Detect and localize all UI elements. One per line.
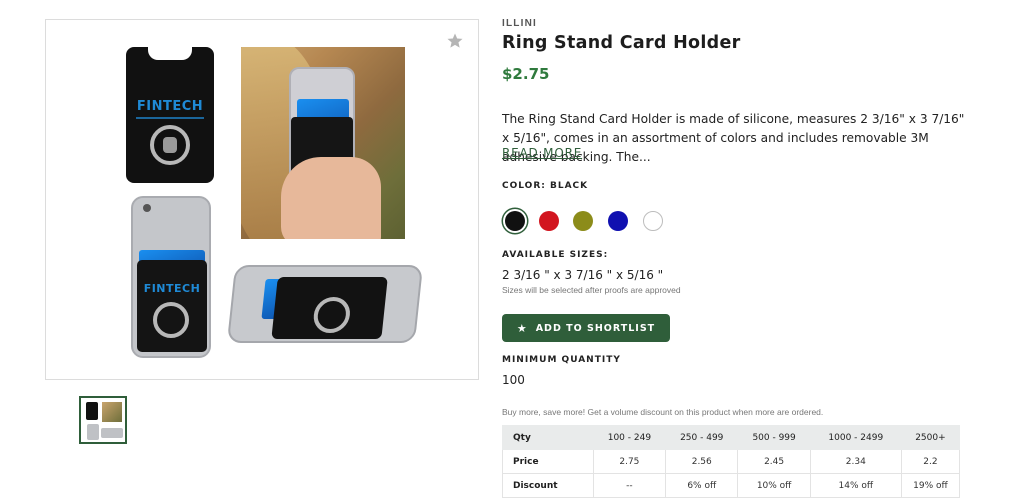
product-thumbnail[interactable] bbox=[79, 396, 127, 444]
selected-color: BLACK bbox=[550, 181, 589, 191]
discount-cell: 14% off bbox=[809, 473, 902, 498]
available-sizes-label: AVAILABLE SIZES: bbox=[502, 250, 609, 260]
discount-cell: 6% off bbox=[665, 473, 739, 498]
product-price: $2.75 bbox=[502, 65, 550, 83]
price-cell: 2.2 bbox=[900, 449, 961, 474]
row-label: Discount bbox=[502, 473, 594, 498]
main-product-image[interactable]: FINTECH FINTECH bbox=[45, 19, 479, 380]
price-cell: 2.45 bbox=[737, 449, 811, 474]
header-tier: 1000 - 2499 bbox=[809, 425, 902, 450]
pricing-table: Qty 100 - 249 250 - 499 500 - 999 1000 -… bbox=[502, 425, 961, 498]
minimum-quantity-label: MINIMUM QUANTITY bbox=[502, 355, 621, 365]
color-label: COLOR: BLACK bbox=[502, 181, 588, 191]
product-stand-view bbox=[226, 265, 424, 343]
minimum-quantity-value: 100 bbox=[502, 373, 525, 387]
product-front-view: FINTECH bbox=[126, 46, 214, 183]
header-qty: Qty bbox=[502, 425, 594, 450]
swatch-black[interactable] bbox=[505, 211, 525, 231]
brand-label: ILLINI bbox=[502, 18, 537, 29]
discount-cell: 19% off bbox=[900, 473, 961, 498]
discount-row: Discount -- 6% off 10% off 14% off 19% o… bbox=[502, 473, 961, 498]
sizes-note: Sizes will be selected after proofs are … bbox=[502, 285, 681, 295]
header-tier: 250 - 499 bbox=[665, 425, 739, 450]
add-to-shortlist-label: ADD TO SHORTLIST bbox=[535, 322, 656, 334]
price-row: Price 2.75 2.56 2.45 2.34 2.2 bbox=[502, 449, 961, 474]
row-label: Price bbox=[502, 449, 594, 474]
header-tier: 2500+ bbox=[900, 425, 961, 450]
pricing-header-row: Qty 100 - 249 250 - 499 500 - 999 1000 -… bbox=[502, 425, 961, 450]
add-to-shortlist-button[interactable]: ★ ADD TO SHORTLIST bbox=[502, 314, 670, 342]
read-more-link[interactable]: READ MORE bbox=[502, 146, 582, 160]
swatch-red[interactable] bbox=[539, 211, 559, 231]
swatch-blue[interactable] bbox=[608, 211, 628, 231]
fintech-logo-phone: FINTECH bbox=[143, 282, 201, 295]
product-on-phone-view: FINTECH bbox=[131, 196, 211, 358]
price-cell: 2.34 bbox=[809, 449, 902, 474]
price-cell: 2.75 bbox=[592, 449, 667, 474]
favorite-star-icon[interactable] bbox=[446, 32, 464, 50]
price-cell: 2.56 bbox=[665, 449, 739, 474]
star-icon: ★ bbox=[516, 321, 528, 335]
swatch-olive[interactable] bbox=[573, 211, 593, 231]
lifestyle-photo bbox=[241, 47, 405, 239]
product-title: Ring Stand Card Holder bbox=[502, 33, 741, 53]
discount-cell: 10% off bbox=[737, 473, 811, 498]
color-label-text: COLOR: bbox=[502, 181, 546, 191]
header-tier: 500 - 999 bbox=[737, 425, 811, 450]
size-value: 2 3/16 " x 3 7/16 " x 5/16 " bbox=[502, 268, 664, 282]
fintech-logo: FINTECH bbox=[136, 99, 204, 114]
discount-cell: -- bbox=[592, 473, 667, 498]
header-tier: 100 - 249 bbox=[592, 425, 667, 450]
swatch-white[interactable] bbox=[643, 211, 663, 231]
volume-discount-note: Buy more, save more! Get a volume discou… bbox=[502, 407, 824, 417]
